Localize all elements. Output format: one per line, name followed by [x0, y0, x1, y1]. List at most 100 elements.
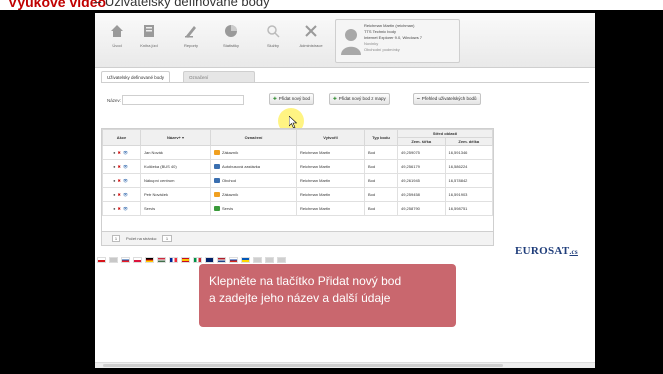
- delete-icon[interactable]: ✖: [117, 150, 120, 155]
- flag-icon[interactable]: [277, 257, 286, 263]
- cell-lat: 49,259075: [397, 145, 446, 160]
- view-icon[interactable]: 👁: [123, 164, 128, 169]
- tab-divider: [101, 82, 589, 83]
- plus-icon: ✚: [333, 96, 337, 101]
- toolbar-label: Reporty: [183, 43, 198, 48]
- flag-icon[interactable]: [253, 257, 262, 263]
- col-label[interactable]: Označení: [210, 129, 297, 146]
- user-details: Reichman Martin (reichman) TTS Technic b…: [364, 23, 422, 53]
- col-lon[interactable]: Zem. délka: [444, 137, 493, 146]
- flag-gb-icon[interactable]: [205, 257, 214, 263]
- brand-suffix: .cs: [569, 248, 578, 256]
- add-from-map-label: Přidat nový bod z mapy: [338, 96, 386, 101]
- table-row[interactable]: ● ✖ 👁 Servis Servis Reichman Martin Bod 49…: [102, 201, 493, 216]
- cell-created-by: Reichman Martin: [296, 187, 365, 202]
- label-color-icon: [214, 178, 220, 184]
- flag-pl-icon[interactable]: [133, 257, 142, 263]
- add-point-from-map-button[interactable]: ✚ Přidat nový bod z mapy: [329, 93, 390, 105]
- cell-lon: 16,591346: [444, 145, 493, 160]
- flag-nl-icon[interactable]: [217, 257, 226, 263]
- col-center: Střed oblasti: [397, 129, 493, 138]
- cell-name: Jan Novák: [140, 145, 211, 160]
- toolbar-admin-button[interactable]: Administrace: [297, 23, 325, 61]
- points-overview-button[interactable]: ━ Přehled uživatelských bodů: [413, 93, 481, 105]
- tab-user-points[interactable]: Uživatelsky definované body: [101, 71, 171, 82]
- toolbar-services-button[interactable]: Služby: [259, 23, 287, 61]
- flag-de-icon[interactable]: [145, 257, 154, 263]
- user-avatar-icon: [341, 29, 361, 55]
- table-row[interactable]: ● ✖ 👁 Petr Nováček Zákazník Reichman Marti…: [102, 187, 493, 202]
- toolbar-statistics-button[interactable]: Statistiky: [217, 23, 245, 61]
- horizontal-scrollbar[interactable]: [95, 362, 595, 368]
- search-icon: [267, 25, 280, 38]
- page-number[interactable]: 1: [112, 235, 120, 242]
- cell-name: Petr Nováček: [140, 187, 211, 202]
- tools-icon: [305, 25, 317, 37]
- flag-icon[interactable]: [265, 257, 274, 263]
- view-icon[interactable]: 👁: [123, 206, 128, 211]
- name-filter-label: Název:: [107, 98, 122, 103]
- flag-fr-icon[interactable]: [169, 257, 178, 263]
- instruction-callout: Klepněte na tlačítko Přidat nový bod a z…: [199, 264, 456, 327]
- col-created-by[interactable]: Vytvořil: [296, 129, 365, 146]
- tab-labels[interactable]: Označení: [183, 71, 255, 82]
- heading-rest: – Uživatelsky definované body: [94, 0, 270, 9]
- overview-label: Přehled uživatelských bodů: [421, 96, 477, 101]
- main-toolbar: Úvod Kniha jízd Reporty Statistiky Služb…: [95, 13, 595, 68]
- cell-label: Servis: [210, 201, 297, 216]
- per-page-select[interactable]: 1: [162, 235, 172, 242]
- brand-name: EUROSAT: [515, 245, 570, 257]
- table-row[interactable]: ● ✖ 👁 Kuličeka (BUS 40) Autobusová zastávk…: [102, 159, 493, 174]
- per-page-label: Počet na stránku:: [126, 236, 158, 241]
- toolbar-reports-button[interactable]: Reporty: [177, 23, 205, 61]
- flag-ua-icon[interactable]: [241, 257, 250, 263]
- flag-icon[interactable]: [109, 257, 118, 263]
- eurosat-logo: EUROSAT.cs: [515, 245, 578, 257]
- flag-it-icon[interactable]: [193, 257, 202, 263]
- flag-sk-icon[interactable]: [121, 257, 130, 263]
- toolbar-logbook-button[interactable]: Kniha jízd: [135, 23, 163, 61]
- cell-label: Zákazník: [210, 145, 297, 160]
- add-point-button[interactable]: ✚ Přidat nový bod: [269, 93, 315, 105]
- select-icon[interactable]: ●: [113, 178, 115, 183]
- flag-cz-icon[interactable]: [97, 257, 106, 263]
- select-icon[interactable]: ●: [113, 206, 115, 211]
- toolbar-home-button[interactable]: Úvod: [103, 23, 131, 61]
- cell-created-by: Reichman Martin: [296, 201, 365, 216]
- chart-icon: [225, 25, 237, 37]
- view-icon[interactable]: 👁: [123, 150, 128, 155]
- flag-es-icon[interactable]: [181, 257, 190, 263]
- cell-type: Bod: [364, 187, 398, 202]
- cell-lon: 16,578842: [444, 173, 493, 188]
- delete-icon[interactable]: ✖: [117, 164, 120, 169]
- select-icon[interactable]: ●: [113, 164, 115, 169]
- row-actions: ● ✖ 👁: [102, 145, 141, 160]
- delete-icon[interactable]: ✖: [117, 178, 120, 183]
- col-name[interactable]: Název+ ▾: [140, 129, 211, 146]
- cell-lat: 49,261945: [397, 173, 446, 188]
- page-heading: Výukové video – Uživatelsky definované b…: [0, 0, 663, 10]
- row-actions: ● ✖ 👁: [102, 173, 141, 188]
- toolbar-label: Statistiky: [222, 43, 239, 48]
- select-icon[interactable]: ●: [113, 150, 115, 155]
- label-color-icon: [214, 192, 220, 198]
- view-icon[interactable]: 👁: [123, 178, 128, 183]
- terms-link[interactable]: Obchodní podmínky: [364, 47, 422, 53]
- flag-ru-icon[interactable]: [229, 257, 238, 263]
- table-row[interactable]: ● ✖ 👁 Nákupní centrum Obchod Reichman Mart…: [102, 173, 493, 188]
- flag-hu-icon[interactable]: [157, 257, 166, 263]
- cell-label: Autobusová zastávka: [210, 159, 297, 174]
- toolbar-label: Služby: [266, 43, 279, 48]
- scrollbar-thumb[interactable]: [103, 364, 503, 367]
- delete-icon[interactable]: ✖: [117, 206, 120, 211]
- delete-icon[interactable]: ✖: [117, 192, 120, 197]
- table-row[interactable]: ● ✖ 👁 Jan Novák Zákazník Reichman Martin B…: [102, 145, 493, 160]
- col-lat[interactable]: Zem. šířka: [397, 137, 446, 146]
- cell-created-by: Reichman Martin: [296, 173, 365, 188]
- name-filter-input[interactable]: [122, 95, 244, 105]
- user-info-panel: Reichman Martin (reichman) TTS Technic b…: [335, 19, 460, 63]
- col-type[interactable]: Typ bodu: [364, 129, 398, 146]
- cell-created-by: Reichman Martin: [296, 145, 365, 160]
- select-icon[interactable]: ●: [113, 192, 115, 197]
- view-icon[interactable]: 👁: [123, 192, 128, 197]
